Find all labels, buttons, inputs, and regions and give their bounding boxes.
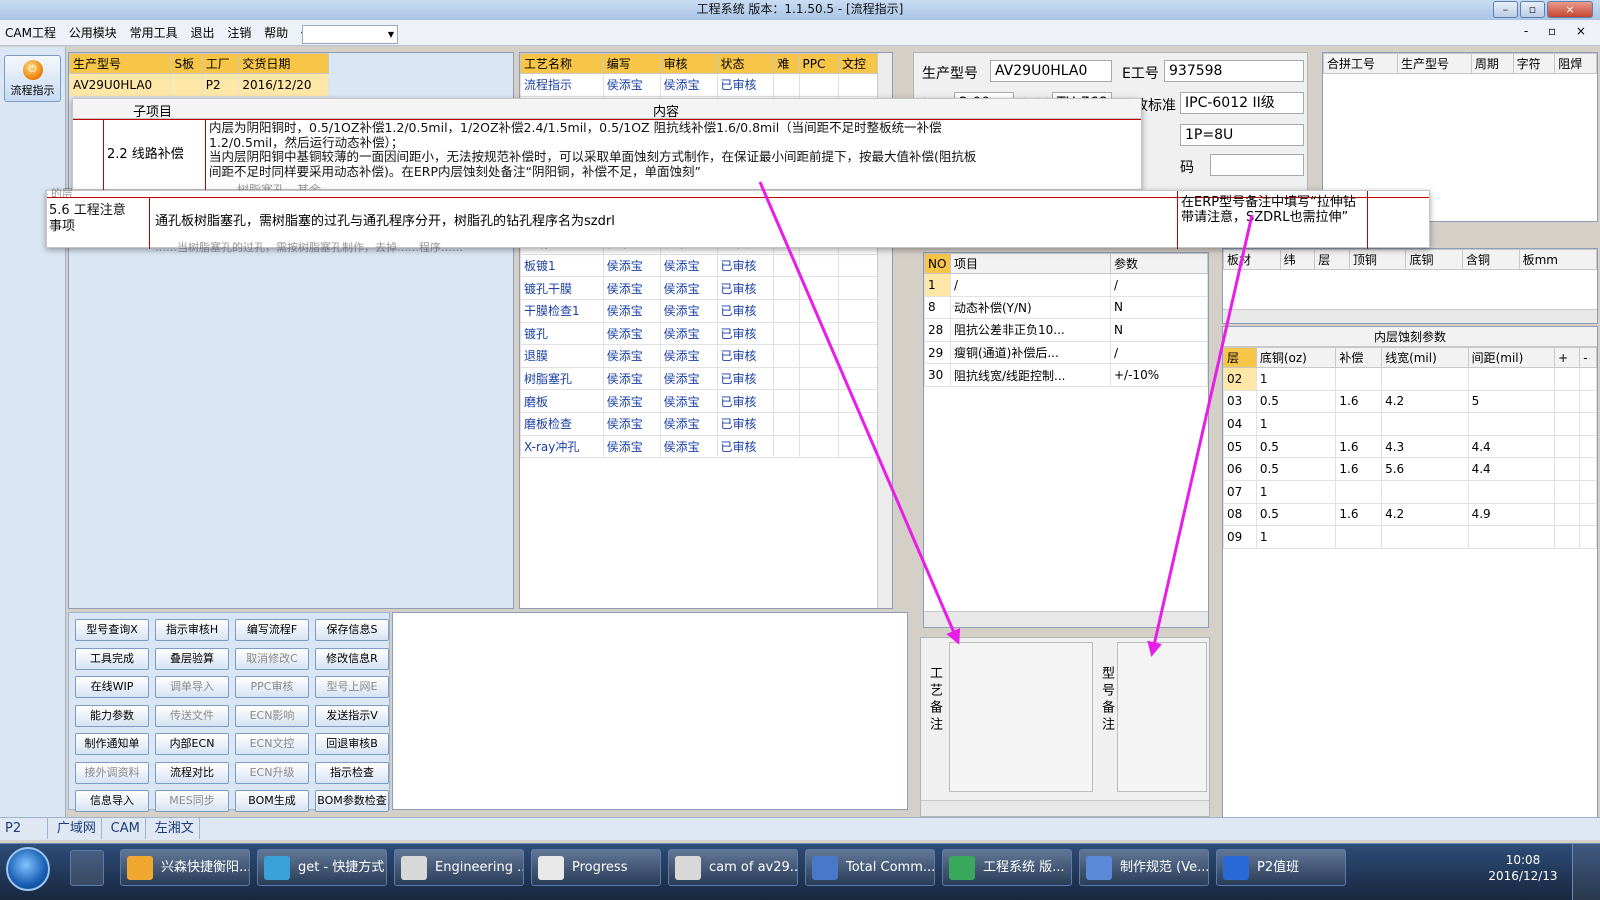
arrow-to-process-remark: [758, 181, 961, 645]
arrow-to-model-remark: [1147, 214, 1254, 657]
annotation-arrows: [758, 181, 1254, 657]
